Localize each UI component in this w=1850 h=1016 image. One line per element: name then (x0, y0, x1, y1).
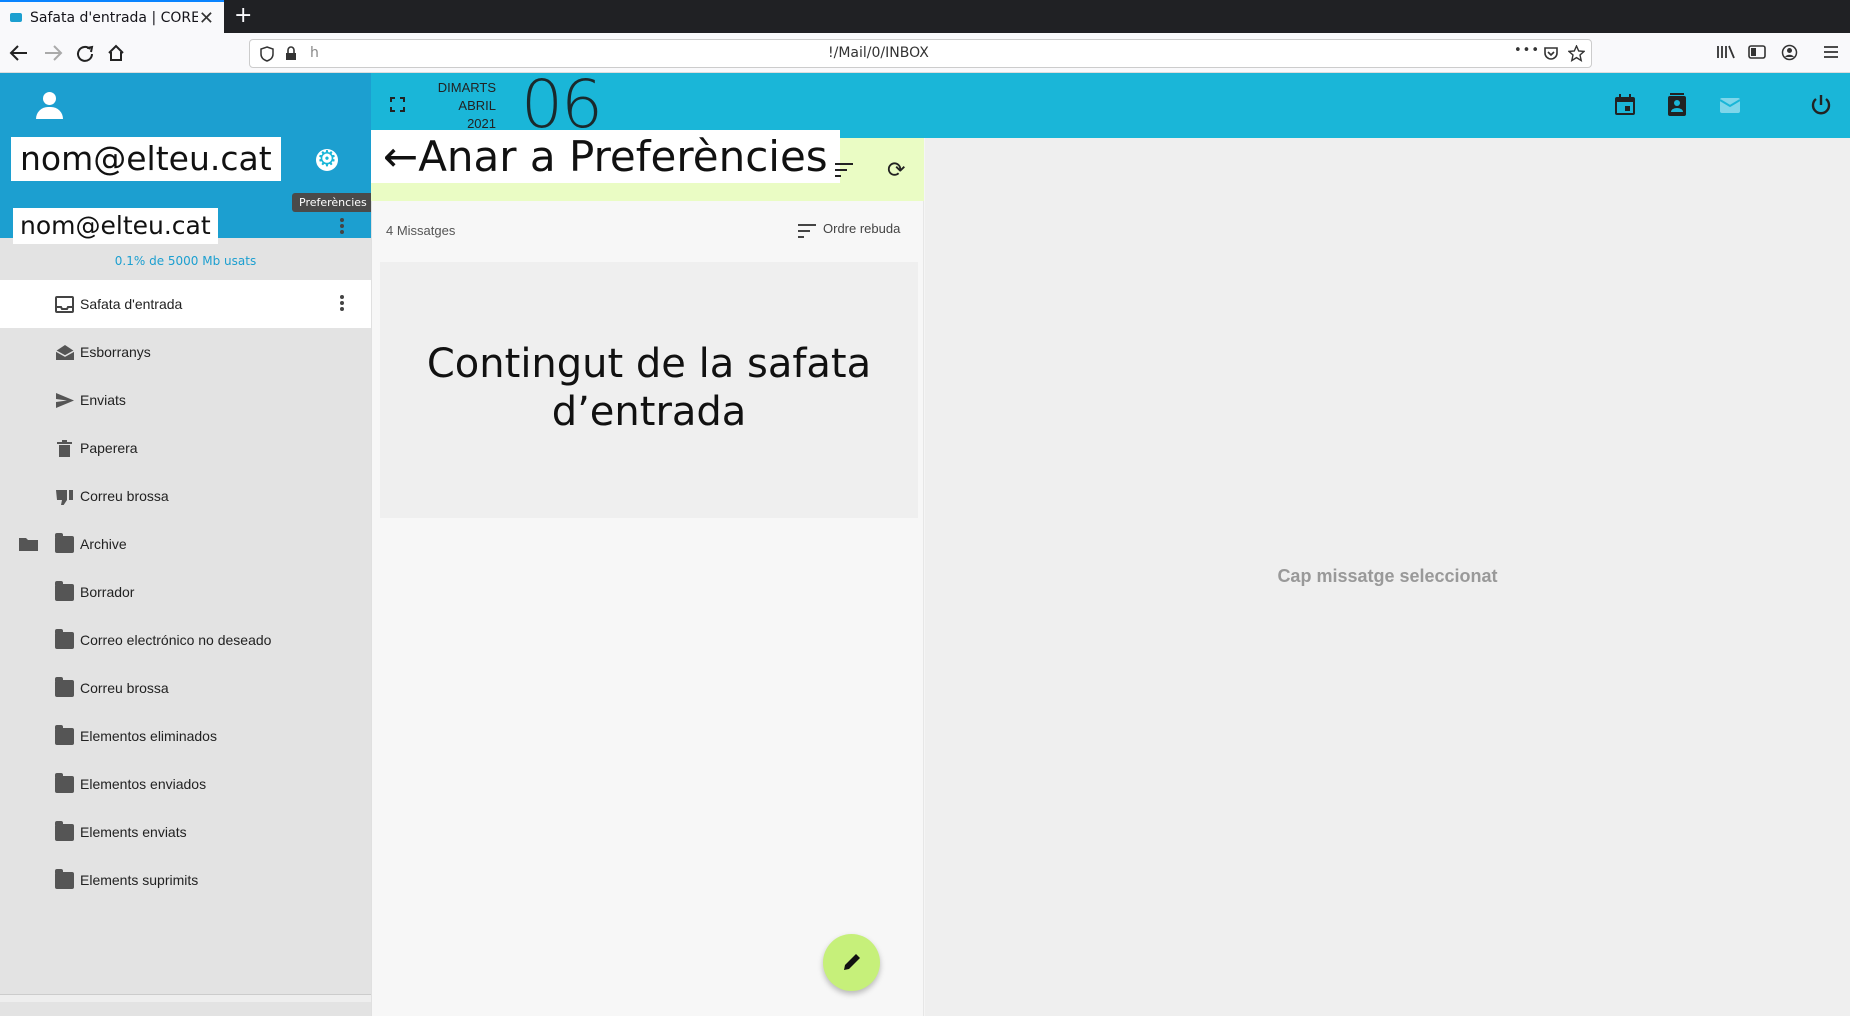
reload-icon[interactable] (75, 43, 95, 63)
folder-elementos-enviados[interactable]: Elementos enviados (0, 760, 371, 808)
folder-elements-enviats[interactable]: Elements enviats (0, 808, 371, 856)
expand-folder-icon[interactable] (18, 536, 39, 552)
folder-sidebar: Safata d'entrada Esborranys Enviats Pape… (0, 275, 371, 1016)
pocket-icon[interactable] (1543, 46, 1559, 61)
spam-icon (56, 489, 73, 505)
preferences-annotation: ←Anar a Preferències (371, 130, 840, 183)
account-icon[interactable] (1781, 44, 1798, 61)
folder-icon (55, 532, 74, 553)
mail-icon[interactable] (1718, 93, 1744, 119)
folder-label: Correu brossa (80, 680, 169, 696)
folder-label: Elements suprimits (80, 872, 199, 888)
folder-trash[interactable]: Paperera (0, 424, 371, 472)
lock-icon[interactable] (285, 46, 297, 61)
send-icon (56, 392, 74, 408)
date-block: DIMARTS ABRIL 2021 (420, 79, 496, 133)
close-tab-icon[interactable]: ✕ (199, 8, 214, 29)
fullscreen-icon[interactable] (390, 97, 405, 112)
url-bar[interactable]: h !/Mail/0/INBOX ••• (249, 39, 1592, 68)
order-icon[interactable] (798, 224, 816, 242)
browser-nav-bar: h !/Mail/0/INBOX ••• (0, 33, 1850, 73)
url-prefix: h (310, 45, 319, 61)
folder-menu-icon[interactable] (340, 295, 344, 313)
browser-tab[interactable]: Safata d'entrada | CORE ✕ (0, 0, 224, 33)
page-actions-menu-icon[interactable]: ••• (1514, 43, 1540, 58)
user-avatar-icon[interactable] (36, 92, 63, 120)
bookmark-star-icon[interactable] (1568, 45, 1585, 62)
sort-icon[interactable] (835, 163, 853, 181)
account-email-annotation: nom@elteu.cat (11, 137, 281, 181)
folder-label: Correo electrónico no deseado (80, 632, 272, 648)
storage-usage: 0.1% de 5000 Mb usats (114, 254, 257, 268)
folder-label: Elements enviats (80, 824, 187, 840)
date-month: ABRIL (458, 98, 496, 113)
folder-icon (55, 628, 74, 649)
inbox-content-annotation: Contingut de la safata d’entrada (426, 341, 872, 435)
home-icon[interactable] (106, 43, 126, 63)
folder-elementos-eliminados[interactable]: Elementos eliminados (0, 712, 371, 760)
folder-icon (55, 676, 74, 697)
mail-favicon-icon (10, 13, 22, 22)
forward-arrow-icon[interactable] (42, 43, 64, 63)
browser-tab-title: Safata d'entrada | CORE (30, 9, 198, 26)
folder-label: Correu brossa (80, 488, 169, 504)
folder-icon (55, 772, 74, 793)
power-icon[interactable] (1809, 93, 1835, 119)
preferences-tooltip: Preferències (292, 193, 374, 212)
folder-icon (55, 820, 74, 841)
hamburger-menu-icon[interactable] (1823, 45, 1839, 59)
folder-label: Paperera (80, 440, 138, 456)
browser-tab-bar: Safata d'entrada | CORE ✕ + (0, 0, 1850, 33)
sidebar-toggle-icon[interactable] (1748, 44, 1766, 60)
pencil-icon (843, 954, 860, 970)
folder-label: Esborranys (80, 344, 151, 360)
folder-label: Borrador (80, 584, 135, 600)
folder-label: Enviats (80, 392, 126, 408)
order-dropdown[interactable]: Ordre rebuda (823, 221, 900, 236)
refresh-icon[interactable]: ⟳ (887, 158, 905, 183)
folder-correu-brossa[interactable]: Correu brossa (0, 664, 371, 712)
shield-icon[interactable] (260, 46, 274, 62)
new-tab-button[interactable]: + (234, 3, 252, 28)
preferences-gear-icon[interactable]: ⚙ (316, 149, 338, 171)
message-count: 4 Missatges (386, 223, 456, 238)
folder-inbox[interactable]: Safata d'entrada (0, 280, 371, 328)
folder-icon (55, 580, 74, 601)
folder-sent[interactable]: Enviats (0, 376, 371, 424)
date-weekday: DIMARTS (437, 80, 496, 95)
folder-spam[interactable]: Correu brossa (0, 472, 371, 520)
inbox-icon (55, 295, 74, 313)
folder-drafts[interactable]: Esborranys (0, 328, 371, 376)
account-email[interactable]: nom@elteu.cat (13, 208, 218, 244)
compose-button[interactable] (823, 934, 880, 991)
url-text[interactable]: !/Mail/0/INBOX (828, 45, 929, 61)
calendar-icon[interactable] (1613, 93, 1639, 119)
folder-label: Elementos enviados (80, 776, 207, 792)
folder-elements-suprimits[interactable]: Elements suprimits (0, 856, 371, 904)
account-menu-icon[interactable] (340, 218, 344, 236)
folder-label: Elementos eliminados (80, 728, 217, 744)
drafts-icon (55, 344, 74, 360)
folder-correo-no-deseado[interactable]: Correo electrónico no deseado (0, 616, 371, 664)
folder-icon (55, 868, 74, 889)
folder-archive[interactable]: Archive (0, 520, 371, 568)
folder-label: Archive (80, 536, 127, 552)
folder-label: Safata d'entrada (80, 296, 183, 312)
trash-icon (57, 439, 72, 457)
contacts-icon[interactable] (1665, 93, 1691, 119)
no-message-selected: Cap missatge seleccionat (1277, 566, 1498, 586)
folder-borrador[interactable]: Borrador (0, 568, 371, 616)
library-icon[interactable] (1716, 44, 1736, 60)
back-arrow-icon[interactable] (8, 43, 30, 63)
folder-icon (55, 724, 74, 745)
